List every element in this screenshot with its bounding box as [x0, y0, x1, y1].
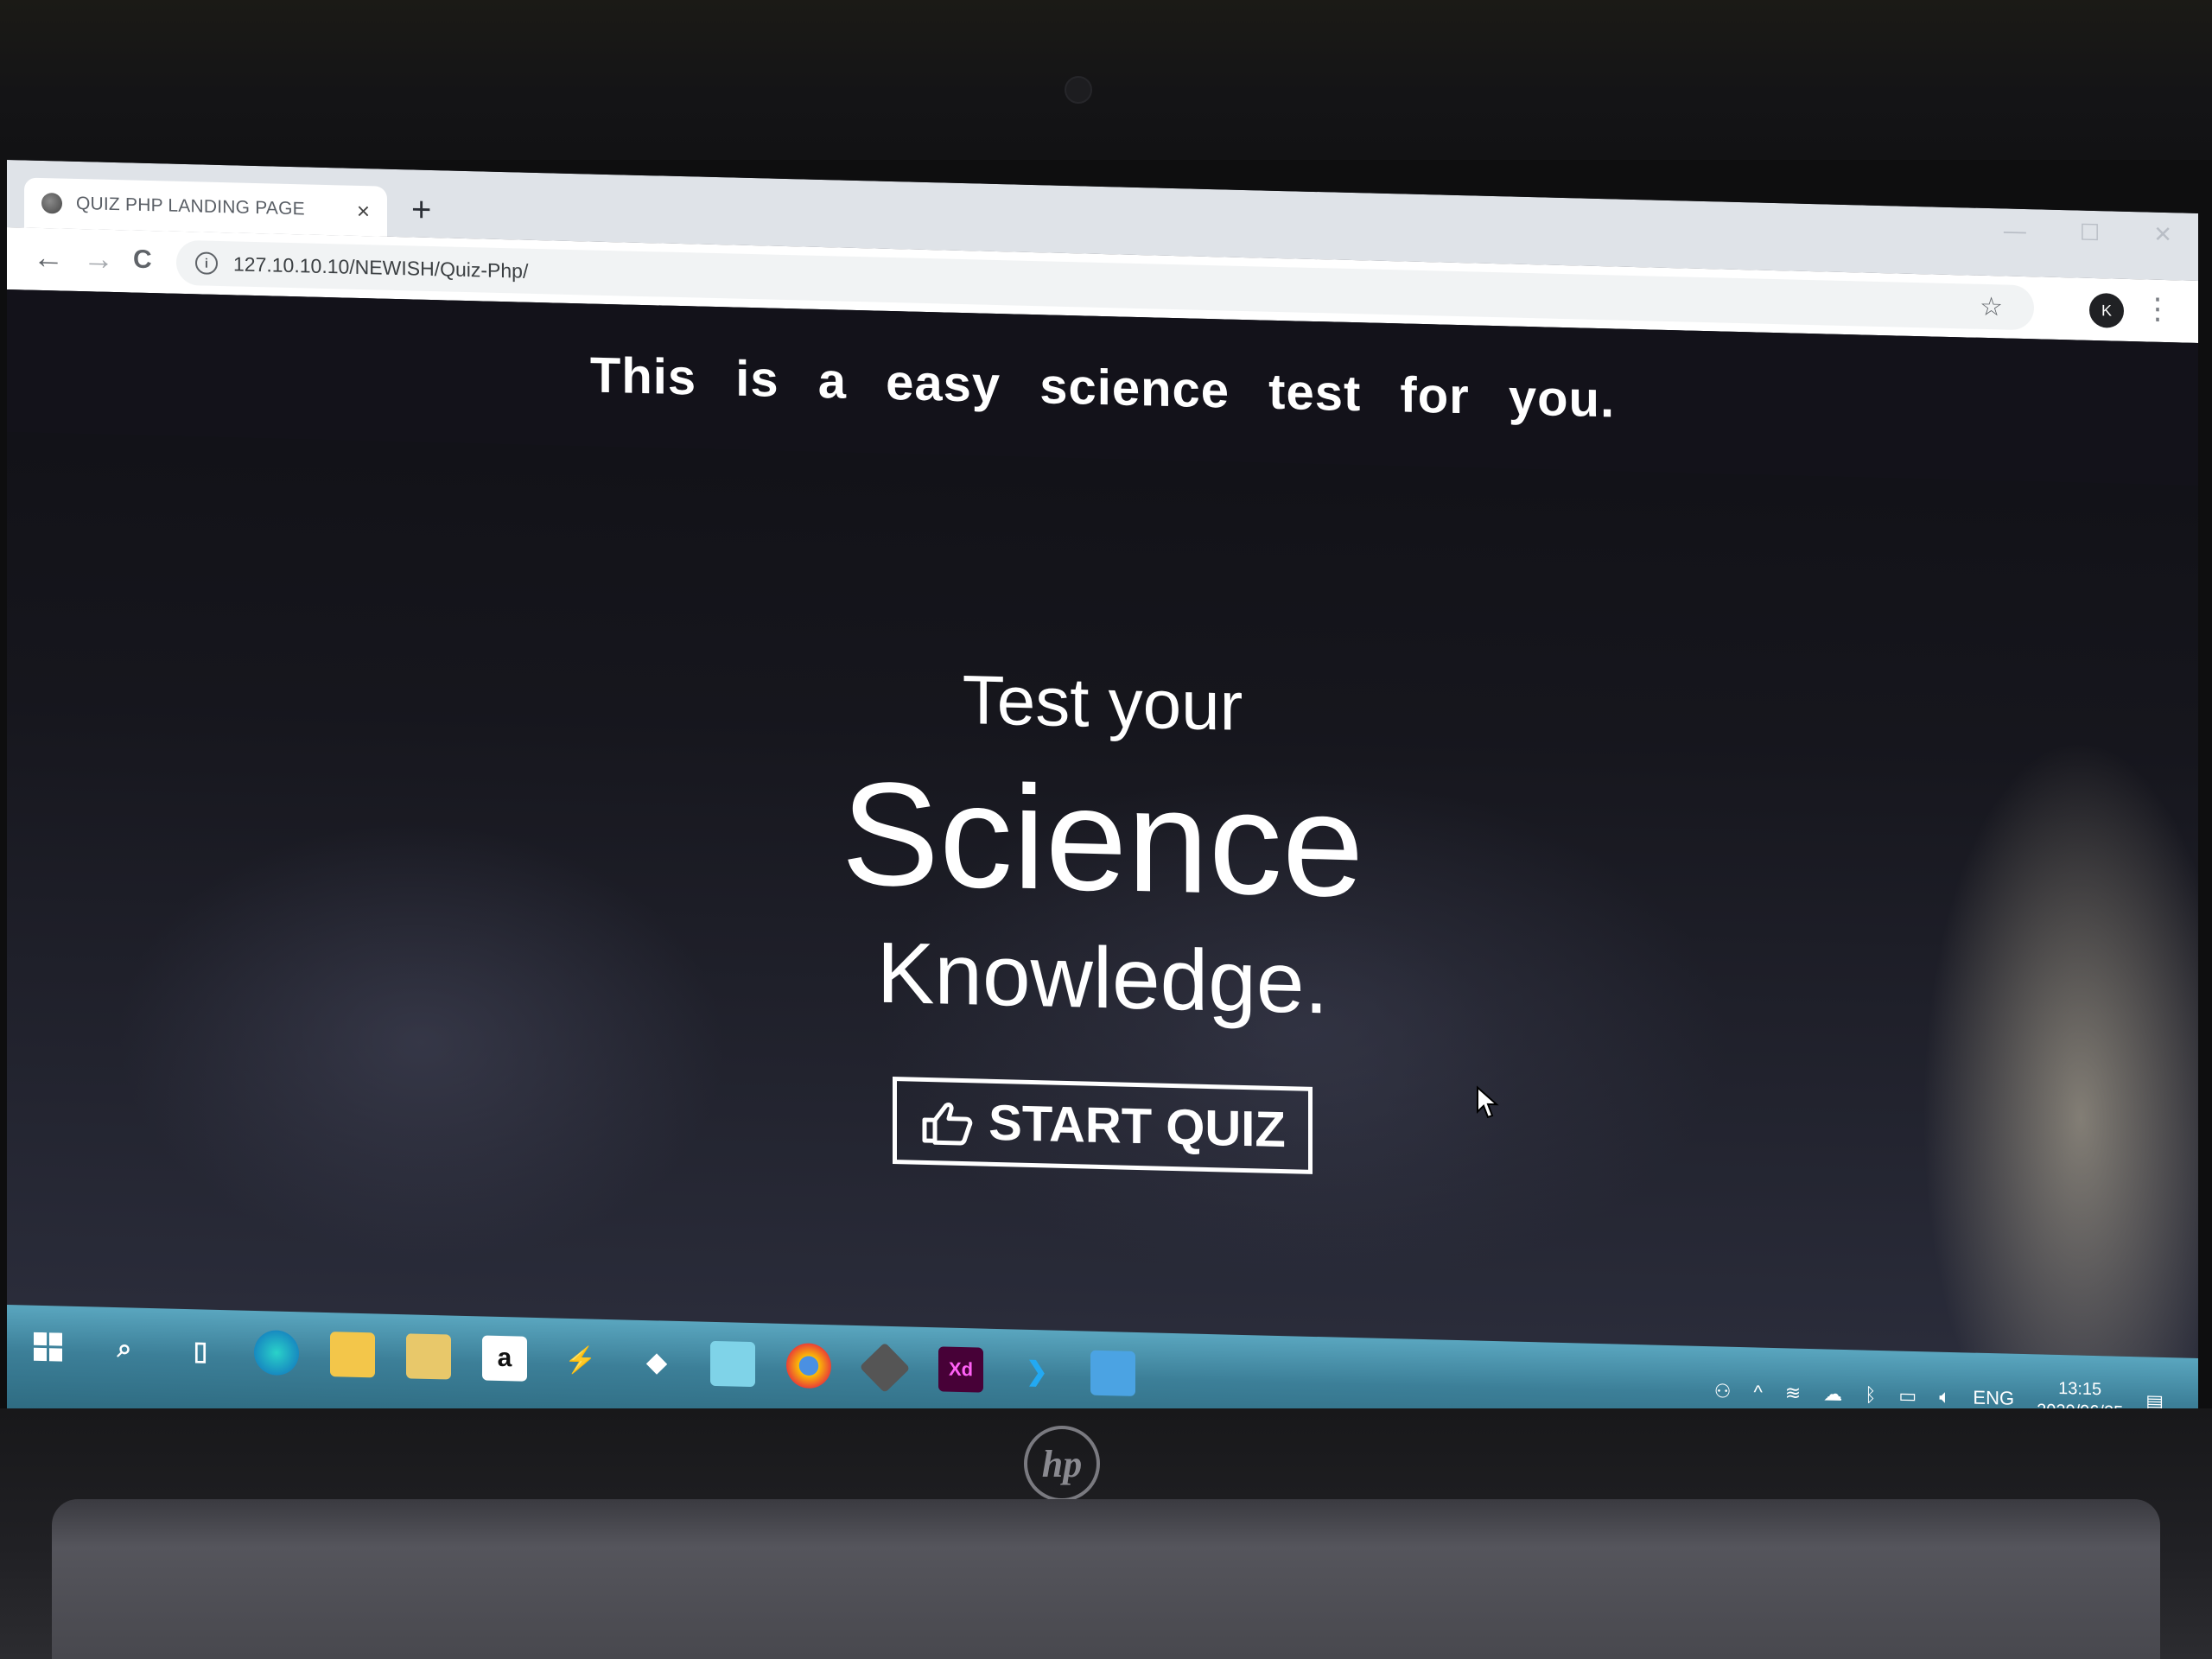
clock-time: 13:15	[2058, 1379, 2102, 1400]
taskbar-apps: ⌕ ▯ a ⚡ ◆ Xd ❯	[26, 1325, 1135, 1396]
chrome-icon[interactable]	[786, 1343, 831, 1389]
amazon-icon[interactable]: a	[482, 1335, 527, 1382]
profile-avatar[interactable]: K	[2089, 292, 2124, 328]
close-window-button[interactable]: ✕	[2153, 221, 2172, 249]
hero-section: Test your Science Knowledge. START QUIZ	[7, 635, 2198, 1196]
site-info-icon[interactable]: i	[195, 251, 218, 275]
bookmark-star-icon[interactable]: ☆	[1980, 291, 2003, 322]
battery-icon[interactable]: ▭	[1898, 1385, 1916, 1408]
header-text: This is a easy science test for you.	[589, 346, 1616, 429]
webcam	[1065, 76, 1092, 104]
store-icon[interactable]	[406, 1333, 451, 1380]
volume-icon[interactable]: 🔈︎	[1939, 1386, 1950, 1408]
mail-icon[interactable]	[710, 1340, 755, 1388]
globe-icon	[41, 192, 62, 214]
adobe-xd-icon[interactable]: Xd	[938, 1346, 983, 1393]
search-icon[interactable]: ⌕	[102, 1326, 147, 1372]
hp-logo: hp	[1024, 1426, 1100, 1502]
thumbs-up-icon	[922, 1102, 973, 1145]
laptop-bezel-top	[0, 0, 2212, 160]
edge-icon[interactable]	[254, 1329, 299, 1376]
wifi-icon[interactable]: ≋	[1785, 1382, 1801, 1404]
quiz-landing-page: This is a easy science test for you. Tes…	[7, 289, 2198, 1358]
window-controls: — ☐ ✕	[2004, 217, 2172, 248]
chevron-up-icon[interactable]: ^	[1753, 1381, 1762, 1403]
vscode-icon[interactable]: ❯	[1014, 1348, 1059, 1394]
maximize-button[interactable]: ☐	[2080, 219, 2100, 247]
photos-icon[interactable]	[1090, 1350, 1135, 1396]
bluetooth-icon[interactable]: ᛒ	[1865, 1384, 1876, 1407]
people-icon[interactable]: ⚇	[1714, 1380, 1732, 1402]
start-quiz-label: START QUIZ	[988, 1094, 1286, 1159]
power-automate-icon[interactable]: ⚡	[558, 1338, 603, 1383]
laptop-screen: QUIZ PHP LANDING PAGE × + — ☐ ✕ ← → C i …	[7, 160, 2198, 1462]
back-button[interactable]: ←	[33, 239, 64, 276]
onedrive-icon[interactable]: ☁	[1823, 1382, 1842, 1406]
url-text[interactable]: 127.10.10.10/NEWISH/Quiz-Php/	[233, 252, 528, 283]
new-tab-button[interactable]: +	[411, 190, 431, 229]
file-explorer-icon[interactable]	[330, 1332, 375, 1378]
browser-menu-icon[interactable]: ⋮	[2143, 291, 2172, 327]
browser-tab[interactable]: QUIZ PHP LANDING PAGE ×	[24, 177, 387, 237]
forward-button[interactable]: →	[83, 240, 114, 276]
reload-button[interactable]: C	[133, 243, 152, 278]
task-view-icon[interactable]: ▯	[178, 1328, 223, 1374]
start-quiz-button[interactable]: START QUIZ	[893, 1077, 1313, 1174]
language-indicator[interactable]: ENG	[1973, 1387, 2014, 1410]
git-icon[interactable]	[859, 1342, 911, 1394]
tab-title: QUIZ PHP LANDING PAGE	[76, 193, 305, 219]
dropbox-icon[interactable]: ◆	[634, 1339, 679, 1385]
close-tab-icon[interactable]: ×	[357, 197, 370, 224]
windows-start-icon[interactable]	[26, 1325, 71, 1370]
minimize-button[interactable]: —	[2004, 217, 2026, 245]
laptop-hinge	[52, 1499, 2160, 1659]
mouse-cursor-icon	[1477, 1085, 1499, 1119]
